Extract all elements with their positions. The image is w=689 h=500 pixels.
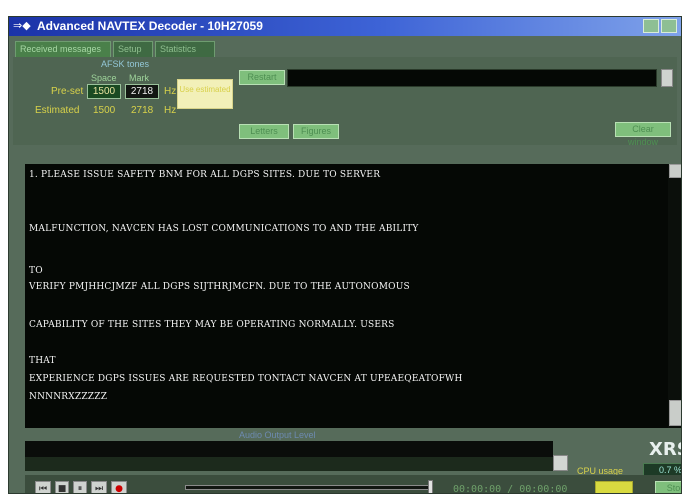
signal-scroll-button[interactable] bbox=[661, 69, 673, 87]
afsk-title: AFSK tones bbox=[101, 59, 150, 69]
stop-playback-button[interactable]: Stop bbox=[655, 481, 681, 493]
preset-mark-field[interactable]: 2718 bbox=[125, 84, 159, 99]
pause-button[interactable]: ⏸ bbox=[73, 481, 87, 494]
main-window: ⇒◆ Advanced NAVTEX Decoder - 10H27059 Re… bbox=[8, 16, 682, 494]
use-estimated-button[interactable]: Use estimated bbox=[177, 79, 233, 109]
message-line: NNNNRXZZZZZ bbox=[29, 392, 108, 402]
playback-bar: ⏮ ■ ⏸ ⏭ ● 00:00:00 / 00:00:00 Stop bbox=[25, 475, 681, 494]
timecode: 00:00:00 / 00:00:00 bbox=[453, 484, 568, 494]
tab-received-messages[interactable]: Received messages bbox=[15, 41, 111, 57]
message-line: EXPERIENCE DGPS ISSUES ARE REQUESTED TON… bbox=[29, 374, 463, 384]
seek-track[interactable] bbox=[185, 485, 430, 490]
message-line: 1. PLEASE ISSUE SAFETY BNM FOR ALL DGPS … bbox=[29, 170, 381, 180]
title-bar: ⇒◆ Advanced NAVTEX Decoder - 10H27059 bbox=[9, 17, 681, 36]
level-indicator bbox=[595, 481, 633, 493]
message-line: THAT bbox=[29, 356, 56, 366]
audio-level-track[interactable] bbox=[25, 457, 553, 471]
tab-statistics[interactable]: Statistics bbox=[155, 41, 215, 57]
audio-level-meter bbox=[25, 441, 553, 457]
message-window[interactable]: 1. PLEASE ISSUE SAFETY BNM FOR ALL DGPS … bbox=[25, 164, 668, 428]
stop-icon: ■ bbox=[57, 484, 67, 494]
space-label: Space bbox=[91, 73, 117, 83]
xrs-logo: XRS bbox=[649, 439, 681, 460]
forward-icon: ⏭ bbox=[94, 484, 104, 494]
estimated-mark-value: 2718 bbox=[131, 105, 154, 116]
estimated-space-value: 1500 bbox=[93, 105, 116, 116]
rewind-icon: ⏮ bbox=[38, 484, 48, 494]
record-icon: ● bbox=[115, 484, 123, 494]
app-icon: ⇒◆ bbox=[13, 19, 31, 32]
stop-button[interactable]: ■ bbox=[55, 481, 69, 494]
message-line: TO bbox=[29, 266, 43, 276]
signal-display bbox=[287, 69, 657, 87]
pause-icon: ⏸ bbox=[77, 484, 83, 494]
restart-button[interactable]: Restart bbox=[239, 70, 285, 85]
message-scrollbar[interactable] bbox=[668, 164, 681, 428]
audio-level-label: Audio Output Level bbox=[239, 430, 316, 440]
figures-button[interactable]: Figures bbox=[293, 124, 339, 139]
scroll-up-button[interactable] bbox=[669, 164, 681, 178]
record-button[interactable]: ● bbox=[111, 481, 127, 494]
preset-hz-label: Hz bbox=[164, 86, 177, 97]
estimated-hz-label: Hz bbox=[164, 105, 177, 116]
close-button[interactable] bbox=[661, 19, 677, 33]
window-title: Advanced NAVTEX Decoder - 10H27059 bbox=[37, 19, 263, 33]
rewind-button[interactable]: ⏮ bbox=[35, 481, 51, 494]
mark-label: Mark bbox=[129, 73, 149, 83]
forward-button[interactable]: ⏭ bbox=[91, 481, 107, 494]
scroll-down-button[interactable] bbox=[669, 400, 681, 426]
message-line: VERIFY PMJHHCJMZF ALL DGPS SIJTHRJMCFN. … bbox=[29, 282, 410, 292]
preset-label: Pre-set bbox=[51, 86, 84, 97]
tab-setup[interactable]: Setup bbox=[113, 41, 153, 57]
preset-space-field[interactable]: 1500 bbox=[87, 84, 121, 99]
estimated-label: Estimated bbox=[35, 105, 80, 116]
message-line: MALFUNCTION, NAVCEN HAS LOST COMMUNICATI… bbox=[29, 224, 419, 234]
audio-level-slider-knob[interactable] bbox=[553, 455, 568, 471]
letters-button[interactable]: Letters bbox=[239, 124, 289, 139]
seek-knob[interactable] bbox=[428, 480, 433, 493]
message-line: CAPABILITY OF THE SITES THEY MAY BE OPER… bbox=[29, 320, 395, 330]
minimize-button[interactable] bbox=[643, 19, 659, 33]
clear-window-button[interactable]: Clear window bbox=[615, 122, 671, 147]
